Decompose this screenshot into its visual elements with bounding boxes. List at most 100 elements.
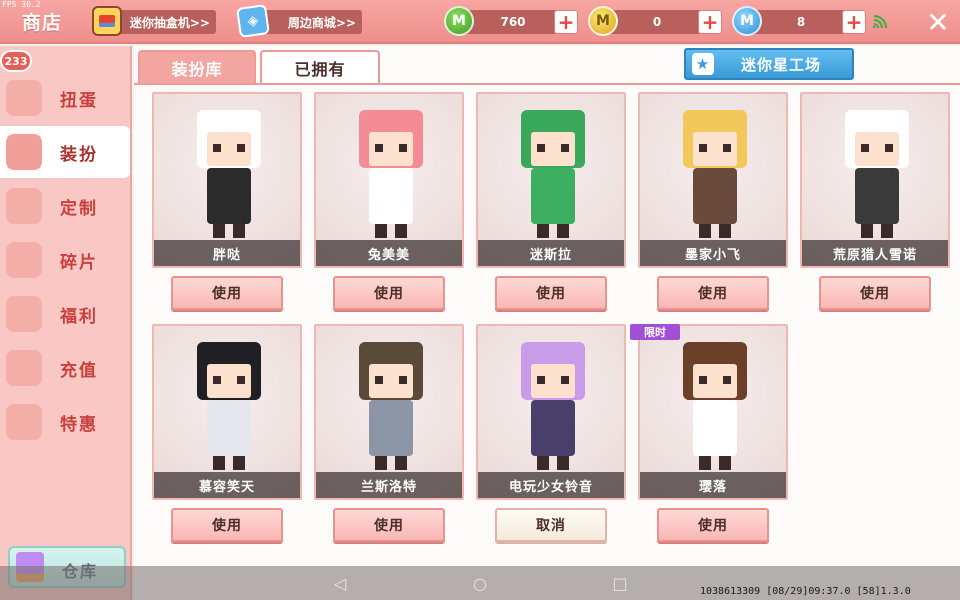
close-icon[interactable]: ✕: [922, 6, 954, 39]
character-legs: [537, 456, 569, 470]
skin-card[interactable]: 墨家小飞: [638, 92, 788, 268]
mini-coin-icon: M: [588, 6, 618, 36]
character-legs: [537, 224, 569, 238]
character-eyes: [861, 144, 893, 152]
sidebar-item-label: 装扮: [60, 145, 98, 165]
mini-bean-icon: M: [444, 6, 474, 36]
use-skin-button[interactable]: 使用: [333, 508, 445, 542]
character-body: [531, 400, 575, 456]
tab-outfit-library[interactable]: 装扮库: [138, 50, 256, 84]
skin-card[interactable]: 电玩少女铃音: [476, 324, 626, 500]
system-nav-bar: ◁ ○ □ 1038613309 [08/29]09:37.0 [58]1.3.…: [0, 566, 960, 600]
mini-bean-value: 760: [500, 15, 526, 29]
gift-box-icon: [6, 404, 42, 440]
sidebar-item-label: 特惠: [60, 415, 98, 435]
character-legs: [861, 224, 893, 238]
use-skin-button[interactable]: 使用: [495, 276, 607, 310]
character-eyes: [375, 376, 407, 384]
character-figure: [837, 110, 917, 240]
character-figure: [513, 110, 593, 240]
skin-name: 胖哒: [154, 240, 300, 266]
build-status-text: 1038613309 [08/29]09:37.0 [58]1.3.0: [700, 586, 911, 597]
sidebar-item-label: 碎片: [60, 253, 98, 273]
sidebar-item-custom[interactable]: 定制: [0, 180, 130, 232]
character-figure: [513, 342, 593, 472]
skin-card[interactable]: 慕容笑天: [152, 324, 302, 500]
skin-name: 电玩少女铃音: [478, 472, 624, 498]
mini-workshop-button[interactable]: ★ 迷你星工场: [684, 48, 854, 80]
main-panel: 装扮库 已拥有 ★ 迷你星工场 胖哒 使用 兔美美 使用 迷斯拉 使用 墨家小飞 使用 荒原猎人…: [134, 46, 960, 600]
sidebar-item-gacha[interactable]: 扭蛋: [0, 72, 130, 124]
character-body: [693, 400, 737, 456]
gacha-machine-icon: [92, 6, 122, 36]
character-body: [207, 168, 251, 224]
skin-card[interactable]: 兰斯洛特: [314, 324, 464, 500]
mini-workshop-label: 迷你星工场: [740, 55, 821, 74]
fragment-icon: [6, 242, 42, 278]
skin-name: 迷斯拉: [478, 240, 624, 266]
character-legs: [213, 224, 245, 238]
tab-owned[interactable]: 已拥有: [260, 50, 380, 84]
coin-stack-icon: [6, 350, 42, 386]
recent-apps-icon[interactable]: □: [610, 573, 630, 593]
character-figure: [351, 342, 431, 472]
add-star-coin-button[interactable]: +: [842, 10, 866, 34]
character-legs: [699, 224, 731, 238]
add-mini-coin-button[interactable]: +: [698, 10, 722, 34]
use-skin-button[interactable]: 使用: [171, 276, 283, 310]
character-body: [369, 168, 413, 224]
outfit-icon: [6, 134, 42, 170]
use-skin-button[interactable]: 使用: [657, 276, 769, 310]
star-icon: ★: [692, 53, 714, 75]
skin-name: 兔美美: [316, 240, 462, 266]
gacha-machine-link[interactable]: 迷你抽盒机>>: [92, 6, 216, 36]
skin-card[interactable]: 迷斯拉: [476, 92, 626, 268]
skin-card[interactable]: 荒原猎人雪诺: [800, 92, 950, 268]
character-eyes: [537, 376, 569, 384]
character-eyes: [375, 144, 407, 152]
character-legs: [375, 224, 407, 238]
use-skin-button[interactable]: 使用: [333, 276, 445, 310]
sidebar-item-fragments[interactable]: 碎片: [0, 234, 130, 286]
character-legs: [375, 456, 407, 470]
limited-time-badge: 限时: [630, 324, 680, 340]
character-legs: [213, 456, 245, 470]
merch-mall-link[interactable]: ◈ 周边商城>>: [236, 4, 362, 38]
sidebar-item-label: 福利: [60, 307, 98, 327]
skin-card[interactable]: 兔美美: [314, 92, 464, 268]
character-figure: [351, 110, 431, 240]
top-bar: FPS 30.2 商店 迷你抽盒机>> ◈ 周边商城>> 760 M + 0 M…: [0, 0, 960, 44]
character-body: [693, 168, 737, 224]
back-icon[interactable]: ◁: [330, 573, 350, 593]
sidebar-item-label: 扭蛋: [60, 91, 98, 111]
tab-divider: [134, 83, 960, 85]
character-body: [369, 400, 413, 456]
cancel-skin-button[interactable]: 取消: [495, 508, 607, 542]
star-coin-icon: M: [732, 6, 762, 36]
character-eyes: [537, 144, 569, 152]
character-body: [531, 168, 575, 224]
gift-icon: [6, 296, 42, 332]
use-skin-button[interactable]: 使用: [171, 508, 283, 542]
character-body: [207, 400, 251, 456]
sidebar-item-special-offer[interactable]: 特惠: [0, 396, 130, 448]
home-icon[interactable]: ○: [470, 573, 490, 593]
notification-badge: 233: [0, 50, 32, 72]
character-legs: [699, 456, 731, 470]
character-figure: [675, 342, 755, 472]
sidebar-item-outfit[interactable]: 装扮: [0, 126, 130, 178]
skin-card[interactable]: 璎落: [638, 324, 788, 500]
merch-mall-label: 周边商城>>: [287, 15, 356, 30]
use-skin-button[interactable]: 使用: [819, 276, 931, 310]
skin-name: 兰斯洛特: [316, 472, 462, 498]
page-title: 商店: [22, 12, 63, 34]
use-skin-button[interactable]: 使用: [657, 508, 769, 542]
skin-card[interactable]: 胖哒: [152, 92, 302, 268]
shop-sidebar: 扭蛋 装扮 定制 碎片 福利 充值 特惠 仓库: [0, 46, 132, 600]
sidebar-item-welfare[interactable]: 福利: [0, 288, 130, 340]
sidebar-item-recharge[interactable]: 充值: [0, 342, 130, 394]
wifi-icon: [872, 14, 888, 30]
capsule-icon: [6, 80, 42, 116]
skin-name: 慕容笑天: [154, 472, 300, 498]
add-mini-bean-button[interactable]: +: [554, 10, 578, 34]
